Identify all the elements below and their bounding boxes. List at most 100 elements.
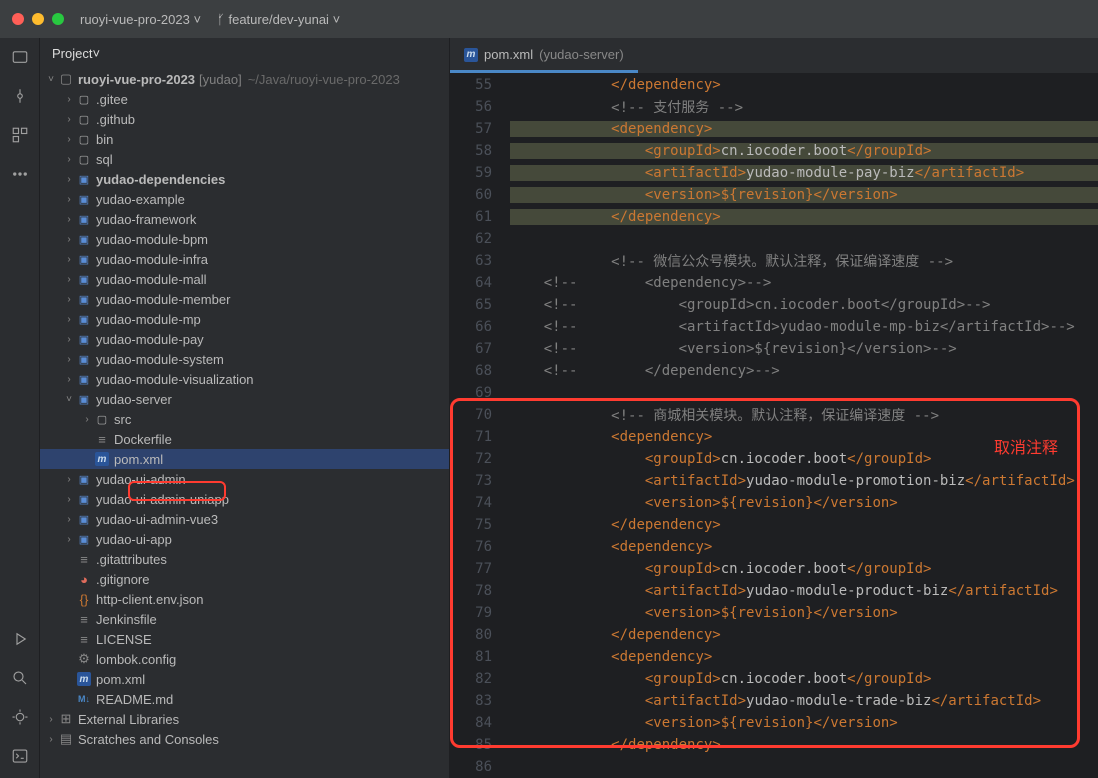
tree-item[interactable]: ›▢.github: [40, 109, 449, 129]
terminal-tool-icon[interactable]: [11, 747, 29, 768]
code-line[interactable]: 62: [450, 228, 1098, 250]
code-line[interactable]: 76 <dependency>: [450, 536, 1098, 558]
tree-item[interactable]: ›▣yudao-module-mp: [40, 309, 449, 329]
chevron-icon[interactable]: ›: [62, 234, 76, 245]
window-minimize-button[interactable]: [32, 13, 44, 25]
code-line[interactable]: 84 <version>${revision}</version>: [450, 712, 1098, 734]
tree-item[interactable]: ›▣yudao-module-infra: [40, 249, 449, 269]
editor-tab-active[interactable]: m pom.xml (yudao-server): [450, 39, 638, 73]
code-line[interactable]: 59 <artifactId>yudao-module-pay-biz</art…: [450, 162, 1098, 184]
chevron-icon[interactable]: ›: [62, 314, 76, 325]
code-line[interactable]: 66 <!-- <artifactId>yudao-module-mp-biz<…: [450, 316, 1098, 338]
tree-item[interactable]: ›▣yudao-module-system: [40, 349, 449, 369]
tree-item[interactable]: ⚙lombok.config: [40, 649, 449, 669]
tree-item[interactable]: ›▣yudao-ui-admin-vue3: [40, 509, 449, 529]
tree-item[interactable]: M↓README.md: [40, 689, 449, 709]
code-line[interactable]: 83 <artifactId>yudao-module-trade-biz</a…: [450, 690, 1098, 712]
code-line[interactable]: 65 <!-- <groupId>cn.iocoder.boot</groupI…: [450, 294, 1098, 316]
code-line[interactable]: 55 </dependency>: [450, 74, 1098, 96]
code-area[interactable]: 取消注释 55 </dependency>56 <!-- 支付服务 -->57 …: [450, 74, 1098, 778]
chevron-icon[interactable]: ˅: [62, 394, 76, 405]
tree-item[interactable]: ›▣yudao-ui-admin-uniapp: [40, 489, 449, 509]
tree-item[interactable]: ›▣yudao-dependencies: [40, 169, 449, 189]
chevron-icon[interactable]: ›: [62, 274, 76, 285]
tree-item[interactable]: ›▢sql: [40, 149, 449, 169]
run-tool-icon[interactable]: [11, 630, 29, 651]
more-tool-icon[interactable]: [11, 165, 29, 186]
tree-item[interactable]: ›▣yudao-module-bpm: [40, 229, 449, 249]
code-line[interactable]: 78 <artifactId>yudao-module-product-biz<…: [450, 580, 1098, 602]
chevron-icon[interactable]: ›: [62, 294, 76, 305]
code-line[interactable]: 60 <version>${revision}</version>: [450, 184, 1098, 206]
tree-item[interactable]: ›▣yudao-framework: [40, 209, 449, 229]
tree-item[interactable]: {}http-client.env.json: [40, 589, 449, 609]
tree-item[interactable]: ›▣yudao-ui-app: [40, 529, 449, 549]
code-line[interactable]: 67 <!-- <version>${revision}</version>--…: [450, 338, 1098, 360]
chevron-icon[interactable]: ›: [44, 714, 58, 725]
chevron-icon[interactable]: ›: [62, 194, 76, 205]
code-line[interactable]: 75 </dependency>: [450, 514, 1098, 536]
tree-item[interactable]: ›⊞External Libraries: [40, 709, 449, 729]
chevron-icon[interactable]: ›: [62, 374, 76, 385]
code-line[interactable]: 69: [450, 382, 1098, 404]
chevron-icon[interactable]: ›: [62, 134, 76, 145]
chevron-icon[interactable]: ›: [62, 514, 76, 525]
tree-item[interactable]: ≡Dockerfile: [40, 429, 449, 449]
chevron-icon[interactable]: ›: [62, 114, 76, 125]
chevron-icon[interactable]: ›: [62, 494, 76, 505]
commit-tool-icon[interactable]: [11, 87, 29, 108]
branch-selector[interactable]: ᚶ feature/dev-yunai ˅: [217, 12, 340, 27]
tree-item[interactable]: ›▢.gitee: [40, 89, 449, 109]
tree-root[interactable]: ˅ ▢ ruoyi-vue-pro-2023 [yudao] ~/Java/ru…: [40, 69, 449, 89]
code-line[interactable]: 61 </dependency>: [450, 206, 1098, 228]
tree-item[interactable]: mpom.xml: [40, 669, 449, 689]
project-selector[interactable]: ruoyi-vue-pro-2023 ˅: [80, 12, 201, 27]
chevron-icon[interactable]: ›: [62, 474, 76, 485]
chevron-icon[interactable]: ›: [62, 214, 76, 225]
tree-item[interactable]: mpom.xml: [40, 449, 449, 469]
chevron-down-icon[interactable]: ˅: [44, 74, 58, 85]
tree-item[interactable]: ›▣yudao-module-member: [40, 289, 449, 309]
tree-item[interactable]: ≡.gitattributes: [40, 549, 449, 569]
code-line[interactable]: 68 <!-- </dependency>-->: [450, 360, 1098, 382]
chevron-icon[interactable]: ›: [80, 414, 94, 425]
tree-item[interactable]: ›▤Scratches and Consoles: [40, 729, 449, 749]
tree-item[interactable]: ›▣yudao-example: [40, 189, 449, 209]
window-close-button[interactable]: [12, 13, 24, 25]
structure-tool-icon[interactable]: [11, 126, 29, 147]
tree-item[interactable]: ≡LICENSE: [40, 629, 449, 649]
chevron-icon[interactable]: ›: [62, 334, 76, 345]
code-line[interactable]: 70 <!-- 商城相关模块。默认注释，保证编译速度 -->: [450, 404, 1098, 426]
code-line[interactable]: 56 <!-- 支付服务 -->: [450, 96, 1098, 118]
tree-item[interactable]: ›▢bin: [40, 129, 449, 149]
code-line[interactable]: 73 <artifactId>yudao-module-promotion-bi…: [450, 470, 1098, 492]
project-tree[interactable]: ˅ ▢ ruoyi-vue-pro-2023 [yudao] ~/Java/ru…: [40, 69, 449, 778]
code-line[interactable]: 64 <!-- <dependency>-->: [450, 272, 1098, 294]
chevron-icon[interactable]: ›: [62, 174, 76, 185]
code-line[interactable]: 79 <version>${revision}</version>: [450, 602, 1098, 624]
chevron-icon[interactable]: ›: [62, 534, 76, 545]
tree-item[interactable]: ◕.gitignore: [40, 569, 449, 589]
chevron-icon[interactable]: ›: [44, 734, 58, 745]
code-line[interactable]: 77 <groupId>cn.iocoder.boot</groupId>: [450, 558, 1098, 580]
tree-item[interactable]: ›▢src: [40, 409, 449, 429]
tree-item[interactable]: ›▣yudao-module-pay: [40, 329, 449, 349]
window-maximize-button[interactable]: [52, 13, 64, 25]
code-line[interactable]: 81 <dependency>: [450, 646, 1098, 668]
code-line[interactable]: 85 </dependency>: [450, 734, 1098, 756]
code-line[interactable]: 57 <dependency>: [450, 118, 1098, 140]
chevron-icon[interactable]: ›: [62, 94, 76, 105]
tree-item[interactable]: ›▣yudao-module-visualization: [40, 369, 449, 389]
chevron-icon[interactable]: ›: [62, 254, 76, 265]
project-tool-icon[interactable]: [11, 48, 29, 69]
tree-item[interactable]: ›▣yudao-module-mall: [40, 269, 449, 289]
tree-item[interactable]: ˅▣yudao-server: [40, 389, 449, 409]
code-line[interactable]: 74 <version>${revision}</version>: [450, 492, 1098, 514]
tree-item[interactable]: ≡Jenkinsfile: [40, 609, 449, 629]
tree-item[interactable]: ›▣yudao-ui-admin: [40, 469, 449, 489]
code-line[interactable]: 82 <groupId>cn.iocoder.boot</groupId>: [450, 668, 1098, 690]
code-line[interactable]: 86: [450, 756, 1098, 778]
code-line[interactable]: 58 <groupId>cn.iocoder.boot</groupId>: [450, 140, 1098, 162]
chevron-icon[interactable]: ›: [62, 354, 76, 365]
sidebar-header[interactable]: Project ˅: [40, 38, 449, 69]
